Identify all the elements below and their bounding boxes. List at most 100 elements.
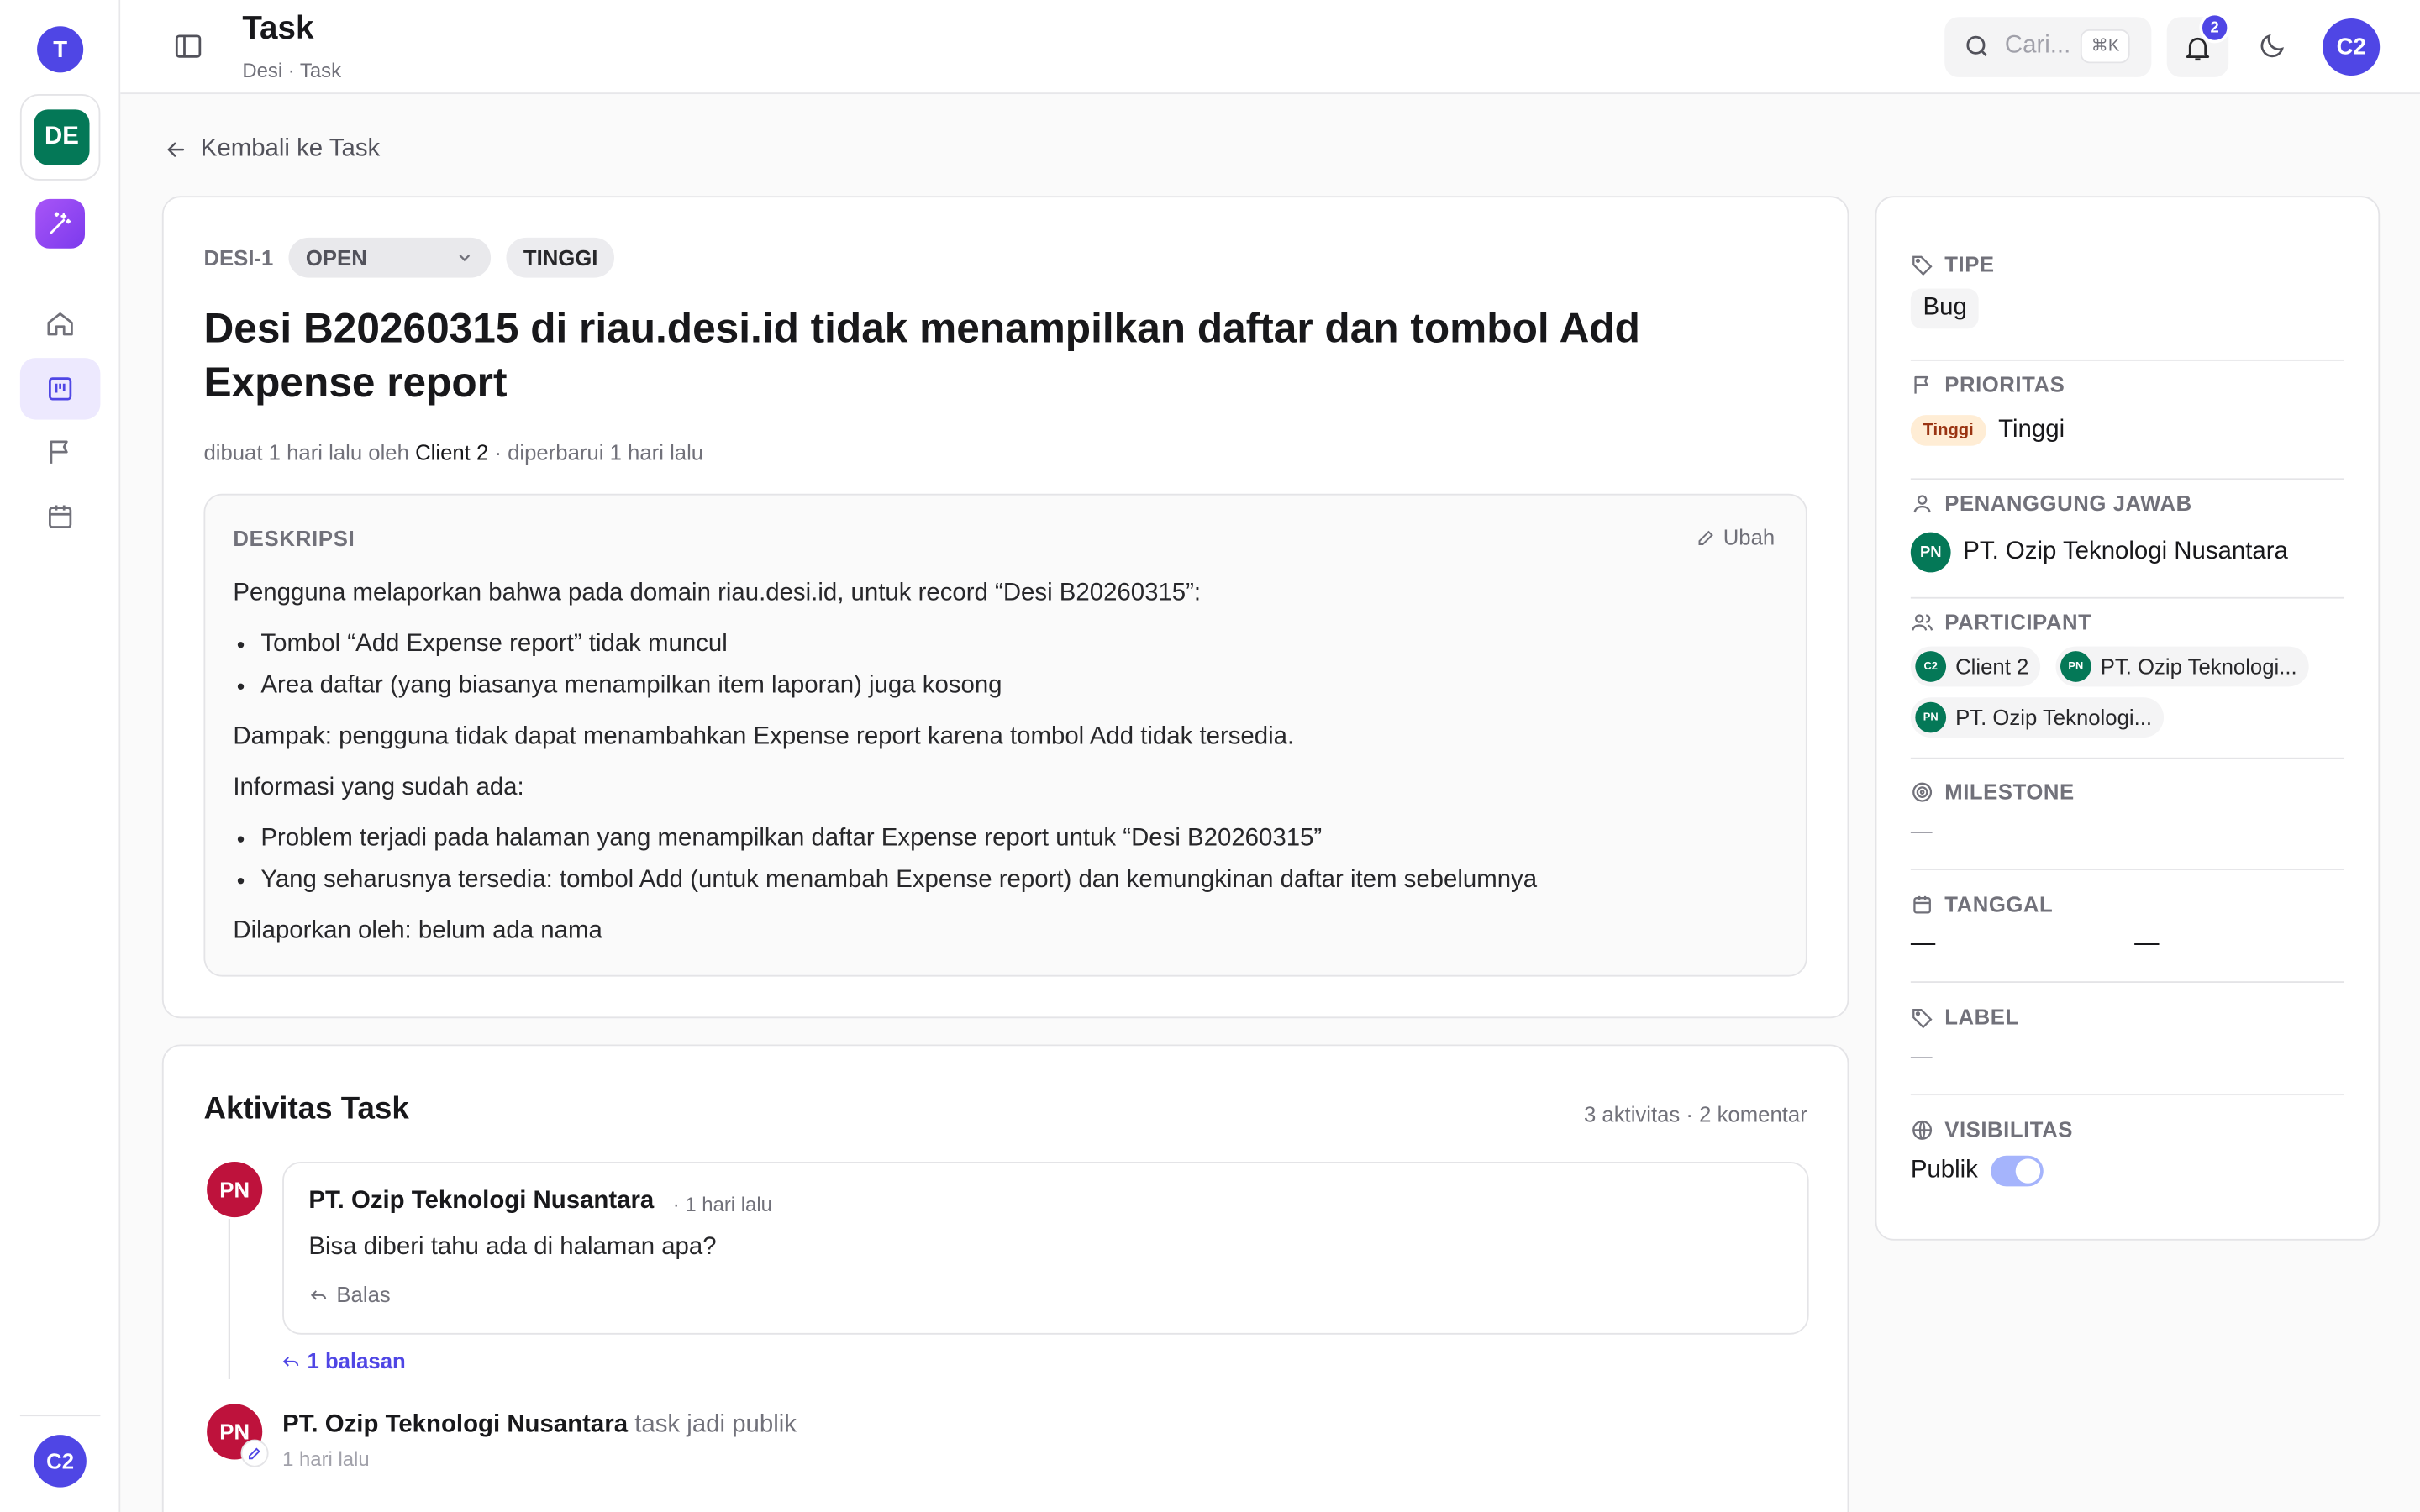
meta-author[interactable]: Client 2 xyxy=(415,439,488,464)
user-avatar[interactable]: C2 xyxy=(34,1435,87,1488)
thread-line xyxy=(228,1218,230,1380)
participant-section: PARTICIPANT C2 Client 2 PN PT. Ozip Tekn… xyxy=(1910,608,2344,778)
moon-icon[interactable] xyxy=(2256,31,2287,62)
breadcrumb: Desi · Task xyxy=(242,58,342,82)
target-icon xyxy=(1912,781,1933,801)
date-range: — — xyxy=(1911,931,2344,958)
edit-description-button[interactable]: Ubah xyxy=(1696,524,1776,549)
project-selector[interactable]: DE xyxy=(19,94,101,181)
assignee-section: PENANGGUNG JAWAB PN PT. Ozip Teknologi N… xyxy=(1910,489,2344,599)
description-list-2: Problem terjadi pada halaman yang menamp… xyxy=(260,817,1537,900)
left-rail: T DE C2 xyxy=(0,0,121,1512)
participant-name: PT. Ozip Teknologi... xyxy=(2100,654,2297,680)
priority-section: PRIORITAS Tinggi Tinggi xyxy=(1910,370,2344,480)
page-title: Task xyxy=(242,10,314,47)
type-section: TIPE Bug xyxy=(1910,250,2344,361)
search-icon xyxy=(1966,35,1987,57)
nav-home[interactable] xyxy=(20,293,101,354)
description-body: Pengguna melaporkan bahwa pada domain ri… xyxy=(233,572,1537,961)
back-link[interactable]: Kembali ke Task xyxy=(164,136,380,164)
end-date[interactable]: — xyxy=(2134,931,2159,958)
list-item: Problem terjadi pada halaman yang menamp… xyxy=(260,817,1537,859)
date-section: TANGGAL — — xyxy=(1910,890,2344,999)
participant-chip[interactable]: PN PT. Ozip Teknologi... xyxy=(2055,646,2310,687)
workspace-switcher[interactable]: T xyxy=(37,26,84,73)
section-divider xyxy=(1910,596,2344,599)
description-list-1: Tombol “Add Expense report” tidak muncul… xyxy=(260,623,1537,706)
replies-toggle[interactable]: 1 balasan xyxy=(281,1348,406,1373)
ai-assistant-button[interactable] xyxy=(35,198,86,249)
edit-label: Ubah xyxy=(1723,524,1776,549)
comment-time: · 1 hari lalu xyxy=(672,1192,772,1216)
nav-tasks[interactable] xyxy=(19,358,101,420)
meta-updated: · diperbarui 1 hari lalu xyxy=(494,439,704,465)
visibility-section: VISIBILITAS Publik xyxy=(1911,1116,2344,1208)
sidebar-toggle-icon[interactable] xyxy=(173,31,204,62)
event-time: 1 hari lalu xyxy=(282,1446,370,1471)
priority-select[interactable]: Tinggi Tinggi xyxy=(1910,415,2344,446)
type-value[interactable]: Bug xyxy=(1910,288,1980,329)
calendar-icon xyxy=(49,505,72,528)
status-select[interactable]: OPEN xyxy=(288,237,492,278)
pencil-icon xyxy=(248,1447,260,1460)
participant-chip[interactable]: PN PT. Ozip Teknologi... xyxy=(1910,697,2165,738)
date-label-text: TANGGAL xyxy=(1944,891,2054,916)
participant-avatar: PN xyxy=(2060,651,2091,682)
search-shortcut: ⌘K xyxy=(2080,29,2131,64)
nav-milestones[interactable] xyxy=(20,421,101,482)
notification-badge: 2 xyxy=(2199,12,2231,44)
tag-icon xyxy=(1912,255,1933,276)
type-label-text: TIPE xyxy=(1944,251,1995,276)
home-icon xyxy=(47,312,73,336)
section-divider xyxy=(1910,359,2344,361)
milestone-section: MILESTONE — xyxy=(1910,778,2344,886)
profile-avatar[interactable]: C2 xyxy=(2323,18,2381,76)
project-avatar[interactable]: DE xyxy=(34,109,90,165)
participant-chip[interactable]: C2 Client 2 xyxy=(1910,646,2041,687)
task-title: Desi B20260315 di riau.desi.id tidak men… xyxy=(203,305,1640,407)
task-detail-card: DESI-1 OPEN TINGGI Desi B20260315 di ria… xyxy=(161,196,1849,1019)
label-value[interactable]: — xyxy=(1911,1043,2344,1068)
description-panel: DESKRIPSI Ubah Pengguna melaporkan bahwa… xyxy=(203,493,1807,977)
magic-wand-icon xyxy=(50,212,71,234)
app-root: T DE C2 Task Desi · Task Cari... ⌘K 2 C2… xyxy=(0,0,2420,1512)
start-date[interactable]: — xyxy=(1911,931,2134,958)
visibility-value: Publik xyxy=(1910,1157,1978,1184)
reply-button[interactable]: Balas xyxy=(308,1282,391,1307)
list-item: Tombol “Add Expense report” tidak muncul xyxy=(260,623,1537,665)
status-value: OPEN xyxy=(305,245,367,270)
comment-text: Bisa diberi tahu ada di halaman apa? xyxy=(308,1234,717,1261)
reply-icon xyxy=(282,1356,299,1366)
calendar-icon xyxy=(1913,895,1931,913)
flag-icon xyxy=(50,440,68,464)
replies-label: 1 balasan xyxy=(307,1348,406,1373)
users-icon xyxy=(1912,613,1933,630)
event-line: PT. Ozip Teknologi Nusantara task jadi p… xyxy=(282,1412,797,1440)
assignee-select[interactable]: PN PT. Ozip Teknologi Nusantara xyxy=(1910,532,2344,573)
arrow-left-icon xyxy=(167,142,185,157)
notifications-button[interactable]: 2 xyxy=(2166,12,2231,77)
participant-avatar: PN xyxy=(1915,701,1947,733)
nav-calendar[interactable] xyxy=(20,486,101,548)
description-intro: Pengguna melaporkan bahwa pada domain ri… xyxy=(233,580,1202,606)
milestone-label-text: MILESTONE xyxy=(1944,779,2075,804)
description-reporter: Dilaporkan oleh: belum ada nama xyxy=(233,917,602,945)
participant-label: PARTICIPANT xyxy=(1911,608,2344,636)
priority-label: PRIORITAS xyxy=(1911,370,2344,398)
visibility-toggle[interactable] xyxy=(1990,1155,2044,1187)
task-key: DESI-1 xyxy=(203,245,274,270)
visibility-label: VISIBILITAS xyxy=(1911,1116,2344,1143)
reply-label: Balas xyxy=(336,1282,391,1307)
section-divider xyxy=(1910,478,2344,480)
tag-icon xyxy=(1912,1008,1933,1028)
participant-avatar: C2 xyxy=(1915,651,1947,682)
participant-name: Client 2 xyxy=(1955,654,2029,680)
assignee-label-text: PENANGGUNG JAWAB xyxy=(1944,491,2192,516)
chevron-down-icon xyxy=(459,255,471,262)
priority-label-text: PRIORITAS xyxy=(1944,371,2065,397)
milestone-label: MILESTONE xyxy=(1911,778,2344,806)
assignee-label: PENANGGUNG JAWAB xyxy=(1911,489,2344,517)
search-input[interactable]: Cari... ⌘K xyxy=(1944,17,2152,77)
participant-label-text: PARTICIPANT xyxy=(1944,609,2092,634)
milestone-value[interactable]: — xyxy=(1911,817,2344,842)
